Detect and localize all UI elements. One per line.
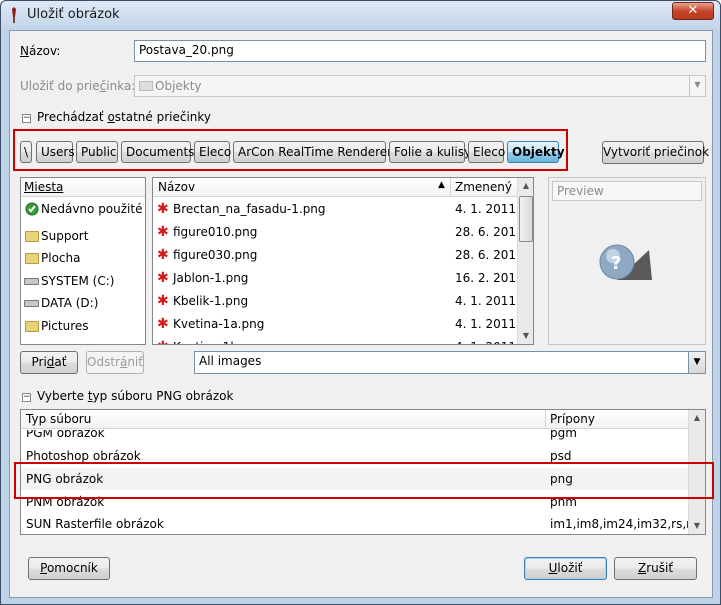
title-bar[interactable]: Uložiť obrázok ✕ <box>1 1 720 29</box>
scroll-up-icon[interactable]: ▲ <box>518 178 533 194</box>
png-file-icon: ✱ <box>157 340 169 344</box>
folder-icon <box>25 321 39 332</box>
file-row[interactable]: ✱ Kvetina-1b.png 4. 1. 2011 <box>153 336 517 344</box>
file-list-scrollbar[interactable]: ▲ ▼ <box>517 178 533 344</box>
sort-ascending-icon: ▲ <box>438 180 445 190</box>
file-row[interactable]: ✱ Kbelik-1.png 4. 1. 2011 <box>153 290 517 313</box>
png-file-icon: ✱ <box>157 201 169 217</box>
save-in-folder-label: Uložiť do priečinka: <box>20 79 136 93</box>
close-button[interactable]: ✕ <box>672 2 714 20</box>
dropdown-arrow-icon: ▼ <box>689 76 705 96</box>
collapse-icon[interactable]: − <box>22 114 31 123</box>
file-list: ✱ Brectan_na_fasadu-1.png 4. 1. 2011 ✱ f… <box>153 198 517 344</box>
file-row[interactable]: ✱ Jablon-1.png 16. 2. 2011 <box>153 267 517 290</box>
filetype-row[interactable]: SUN Rasterfile obrázok im1,im8,im24,im32… <box>21 513 688 534</box>
drive-icon <box>24 300 39 307</box>
folder-icon <box>139 81 153 91</box>
preview-panel: Preview ? <box>548 177 706 345</box>
png-file-icon: ✱ <box>157 247 169 263</box>
folder-icon <box>25 231 39 242</box>
file-list-header: Názov ▲ Zmenený <box>153 178 517 197</box>
dropdown-arrow-icon: ▼ <box>688 352 705 373</box>
save-in-folder-select[interactable]: Objekty ▼ <box>134 75 706 97</box>
file-row[interactable]: ✱ figure010.png 28. 6. 2011 <box>153 221 517 244</box>
column-name-header[interactable]: Názov <box>158 180 195 194</box>
folder-icon <box>25 253 39 264</box>
filetype-row[interactable]: PGM obrázok pgm <box>21 430 688 444</box>
name-label: Názov: <box>20 44 61 58</box>
file-row[interactable]: ✱ Kvetina-1a.png 4. 1. 2011 <box>153 313 517 336</box>
scroll-up-icon[interactable]: ▲ <box>689 410 705 426</box>
places-panel: Miesta Nedávno použité Support Plocha SY… <box>20 177 146 345</box>
drive-icon <box>24 278 39 285</box>
no-preview-icon: ? <box>599 244 652 280</box>
file-list-panel: Názov ▲ Zmenený ✱ Brectan_na_fasadu-1.pn… <box>152 177 534 345</box>
scroll-down-icon[interactable]: ▼ <box>689 518 705 534</box>
browse-other-folders-label[interactable]: Prechádzať ostatné priečinky <box>37 110 211 124</box>
dialog-body: Názov: Postava_20.png Uložiť do priečink… <box>9 30 714 598</box>
filename-input[interactable]: Postava_20.png <box>134 40 706 62</box>
places-header[interactable]: Miesta <box>21 178 145 197</box>
column-divider <box>545 410 546 429</box>
gimp-brush-icon <box>12 7 16 23</box>
place-data-drive[interactable]: DATA (D:) <box>21 292 145 314</box>
place-system-drive[interactable]: SYSTEM (C:) <box>21 270 145 292</box>
save-image-dialog: Uložiť obrázok ✕ Názov: Postava_20.png U… <box>0 0 721 605</box>
filetype-list-header: Typ súboru Prípony <box>21 410 688 429</box>
column-divider <box>450 178 451 197</box>
window-title: Uložiť obrázok <box>27 7 120 22</box>
place-recent[interactable]: Nedávno použité <box>21 198 145 220</box>
save-button[interactable]: Uložiť <box>524 557 607 580</box>
column-modified-header[interactable]: Zmenený <box>455 180 512 194</box>
column-type-header[interactable]: Typ súboru <box>26 412 91 426</box>
place-desktop[interactable]: Plocha <box>21 247 145 269</box>
place-pictures[interactable]: Pictures <box>21 315 145 337</box>
scroll-down-icon[interactable]: ▼ <box>518 328 533 344</box>
add-bookmark-button[interactable]: Pridať <box>20 351 78 374</box>
file-row[interactable]: ✱ Brectan_na_fasadu-1.png 4. 1. 2011 <box>153 198 517 221</box>
file-row[interactable]: ✱ figure030.png 28. 6. 2011 <box>153 244 517 267</box>
help-button[interactable]: Pomocník <box>28 557 110 580</box>
places-header-label: Miesta <box>24 180 64 194</box>
place-support[interactable]: Support <box>21 225 145 247</box>
create-folder-button[interactable]: Vytvoriť priečinok <box>602 141 709 164</box>
png-file-icon: ✱ <box>157 316 169 332</box>
png-file-icon: ✱ <box>157 270 169 286</box>
png-file-icon: ✱ <box>157 224 169 240</box>
scrollbar-thumb[interactable] <box>519 196 533 242</box>
png-file-icon: ✱ <box>157 293 169 309</box>
filetype-section-label[interactable]: Vyberte typ súboru PNG obrázok <box>37 389 233 403</box>
remove-bookmark-button[interactable]: Odstrániť <box>86 351 144 374</box>
highlight-box-png-type <box>14 462 714 499</box>
file-filter-select[interactable]: All images ▼ <box>194 351 706 374</box>
highlight-box-path <box>13 129 568 171</box>
recent-icon <box>25 202 39 216</box>
column-ext-header[interactable]: Prípony <box>550 412 595 426</box>
preview-label: Preview <box>552 181 702 201</box>
svg-text:?: ? <box>611 253 621 274</box>
cancel-button[interactable]: Zrušiť <box>614 557 697 580</box>
collapse-icon[interactable]: − <box>22 393 31 402</box>
